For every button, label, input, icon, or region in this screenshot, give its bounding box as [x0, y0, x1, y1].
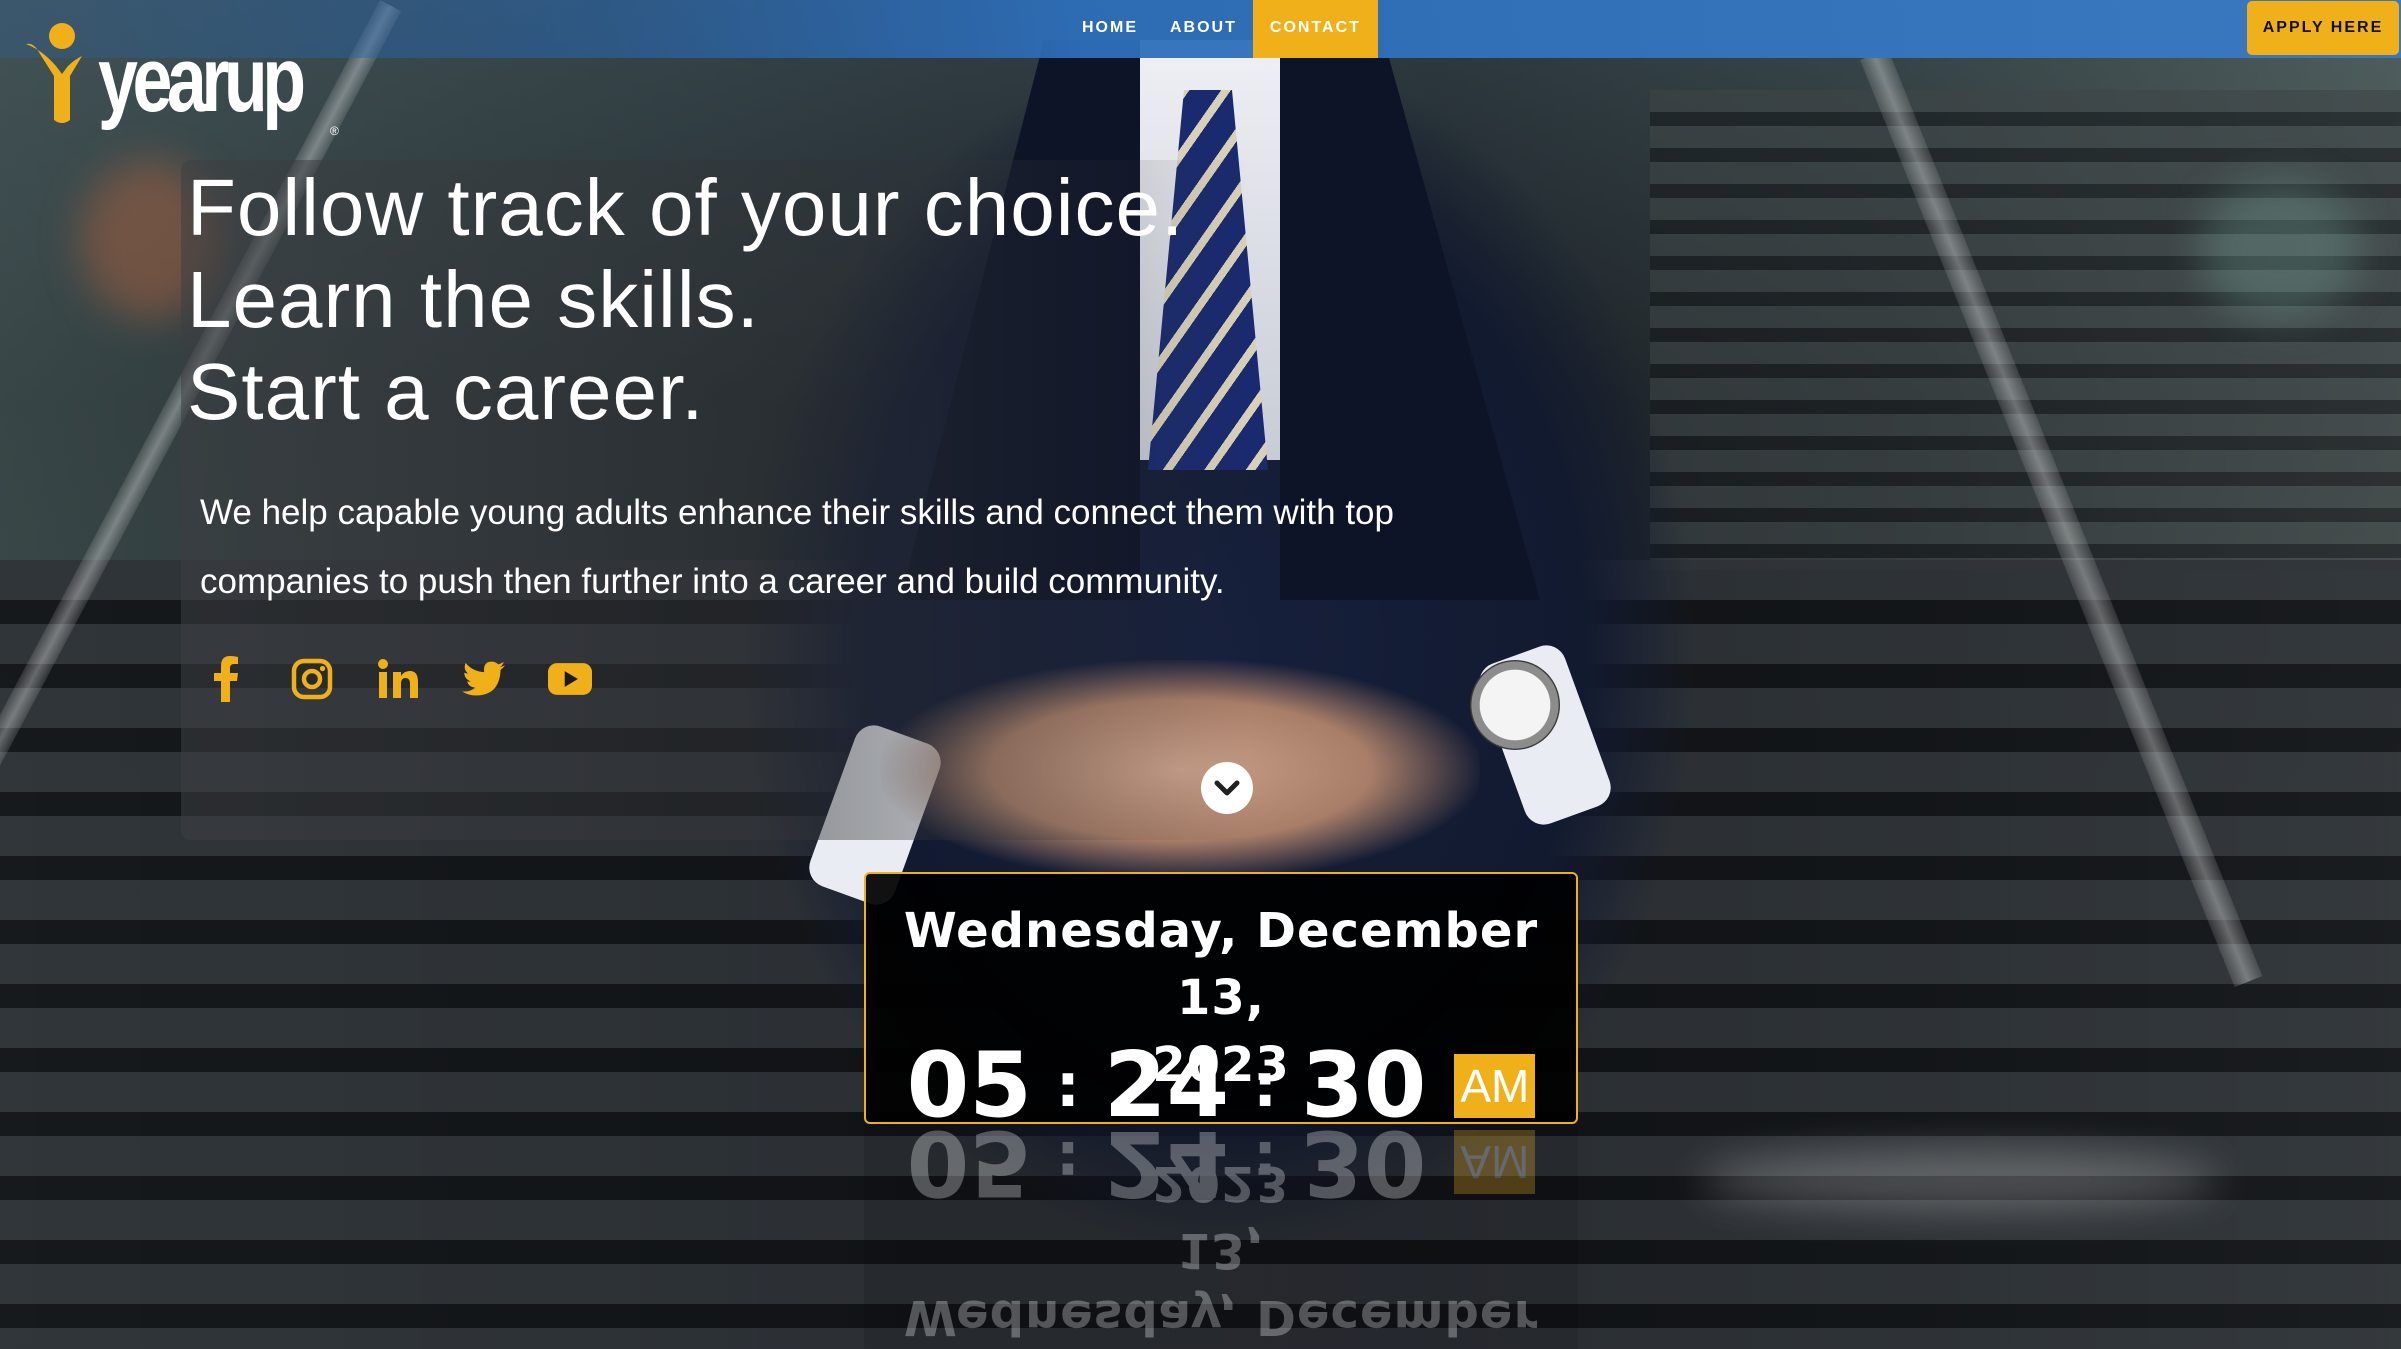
- clock-separator: :: [1055, 1051, 1080, 1121]
- clock-seconds: 30: [1301, 1033, 1427, 1124]
- clock-separator: :: [1253, 1051, 1278, 1121]
- person-watch: [1470, 660, 1560, 750]
- nav-about-link[interactable]: ABOUT: [1154, 0, 1253, 58]
- yearup-wordmark: yearup: [98, 29, 306, 131]
- headline-line-1: Follow track of your choice.: [187, 163, 1185, 252]
- facebook-icon: [214, 656, 238, 702]
- clock-date-line-1: Wednesday, December 13,: [903, 903, 1539, 1026]
- registered-mark: ®: [330, 124, 339, 138]
- nav-contact-link[interactable]: CONTACT: [1252, 0, 1378, 58]
- headline-line-3: Start a career.: [187, 347, 705, 436]
- twitter-icon: [462, 661, 506, 696]
- nav-links: HOME ABOUT CONTACT: [1066, 0, 1378, 58]
- nav-home-link[interactable]: HOME: [1066, 0, 1154, 58]
- apply-here-button[interactable]: APPLY HERE: [2247, 1, 2399, 55]
- clock-time: 05 : 24 : 30 AM: [866, 1033, 1576, 1124]
- linkedin-icon: [378, 659, 418, 698]
- linkedin-link[interactable]: [376, 654, 420, 704]
- clock-ampm-badge: AM: [1454, 1054, 1536, 1118]
- hero-subtext-line-1: We help capable young adults enhance the…: [200, 493, 1394, 532]
- hero-headline: Follow track of your choice. Learn the s…: [187, 162, 1184, 438]
- youtube-link[interactable]: [548, 654, 592, 704]
- top-navbar: HOME ABOUT CONTACT APPLY HERE: [0, 0, 2401, 58]
- background-light: [2200, 180, 2360, 320]
- youtube-icon: [548, 663, 592, 695]
- clock-minutes: 24: [1103, 1033, 1230, 1124]
- social-links: [204, 654, 634, 704]
- clock-hours: 05: [906, 1033, 1032, 1124]
- chevron-down-icon: [1214, 780, 1240, 796]
- instagram-link[interactable]: [290, 654, 334, 704]
- yearup-logo[interactable]: yearup ®: [24, 20, 344, 140]
- scroll-down-button[interactable]: [1201, 762, 1253, 814]
- date-time-clock: Wednesday, December 13, 2023 05 : 24 : 3…: [864, 872, 1578, 1124]
- facebook-link[interactable]: [204, 654, 248, 704]
- yearup-person-logo-icon: [26, 23, 82, 123]
- headline-line-2: Learn the skills.: [187, 255, 760, 344]
- hero-subtext: We help capable young adults enhance the…: [200, 478, 1520, 616]
- instagram-icon: [291, 658, 333, 700]
- twitter-link[interactable]: [462, 654, 506, 704]
- hero-subtext-line-2: companies to push then further into a ca…: [200, 562, 1225, 601]
